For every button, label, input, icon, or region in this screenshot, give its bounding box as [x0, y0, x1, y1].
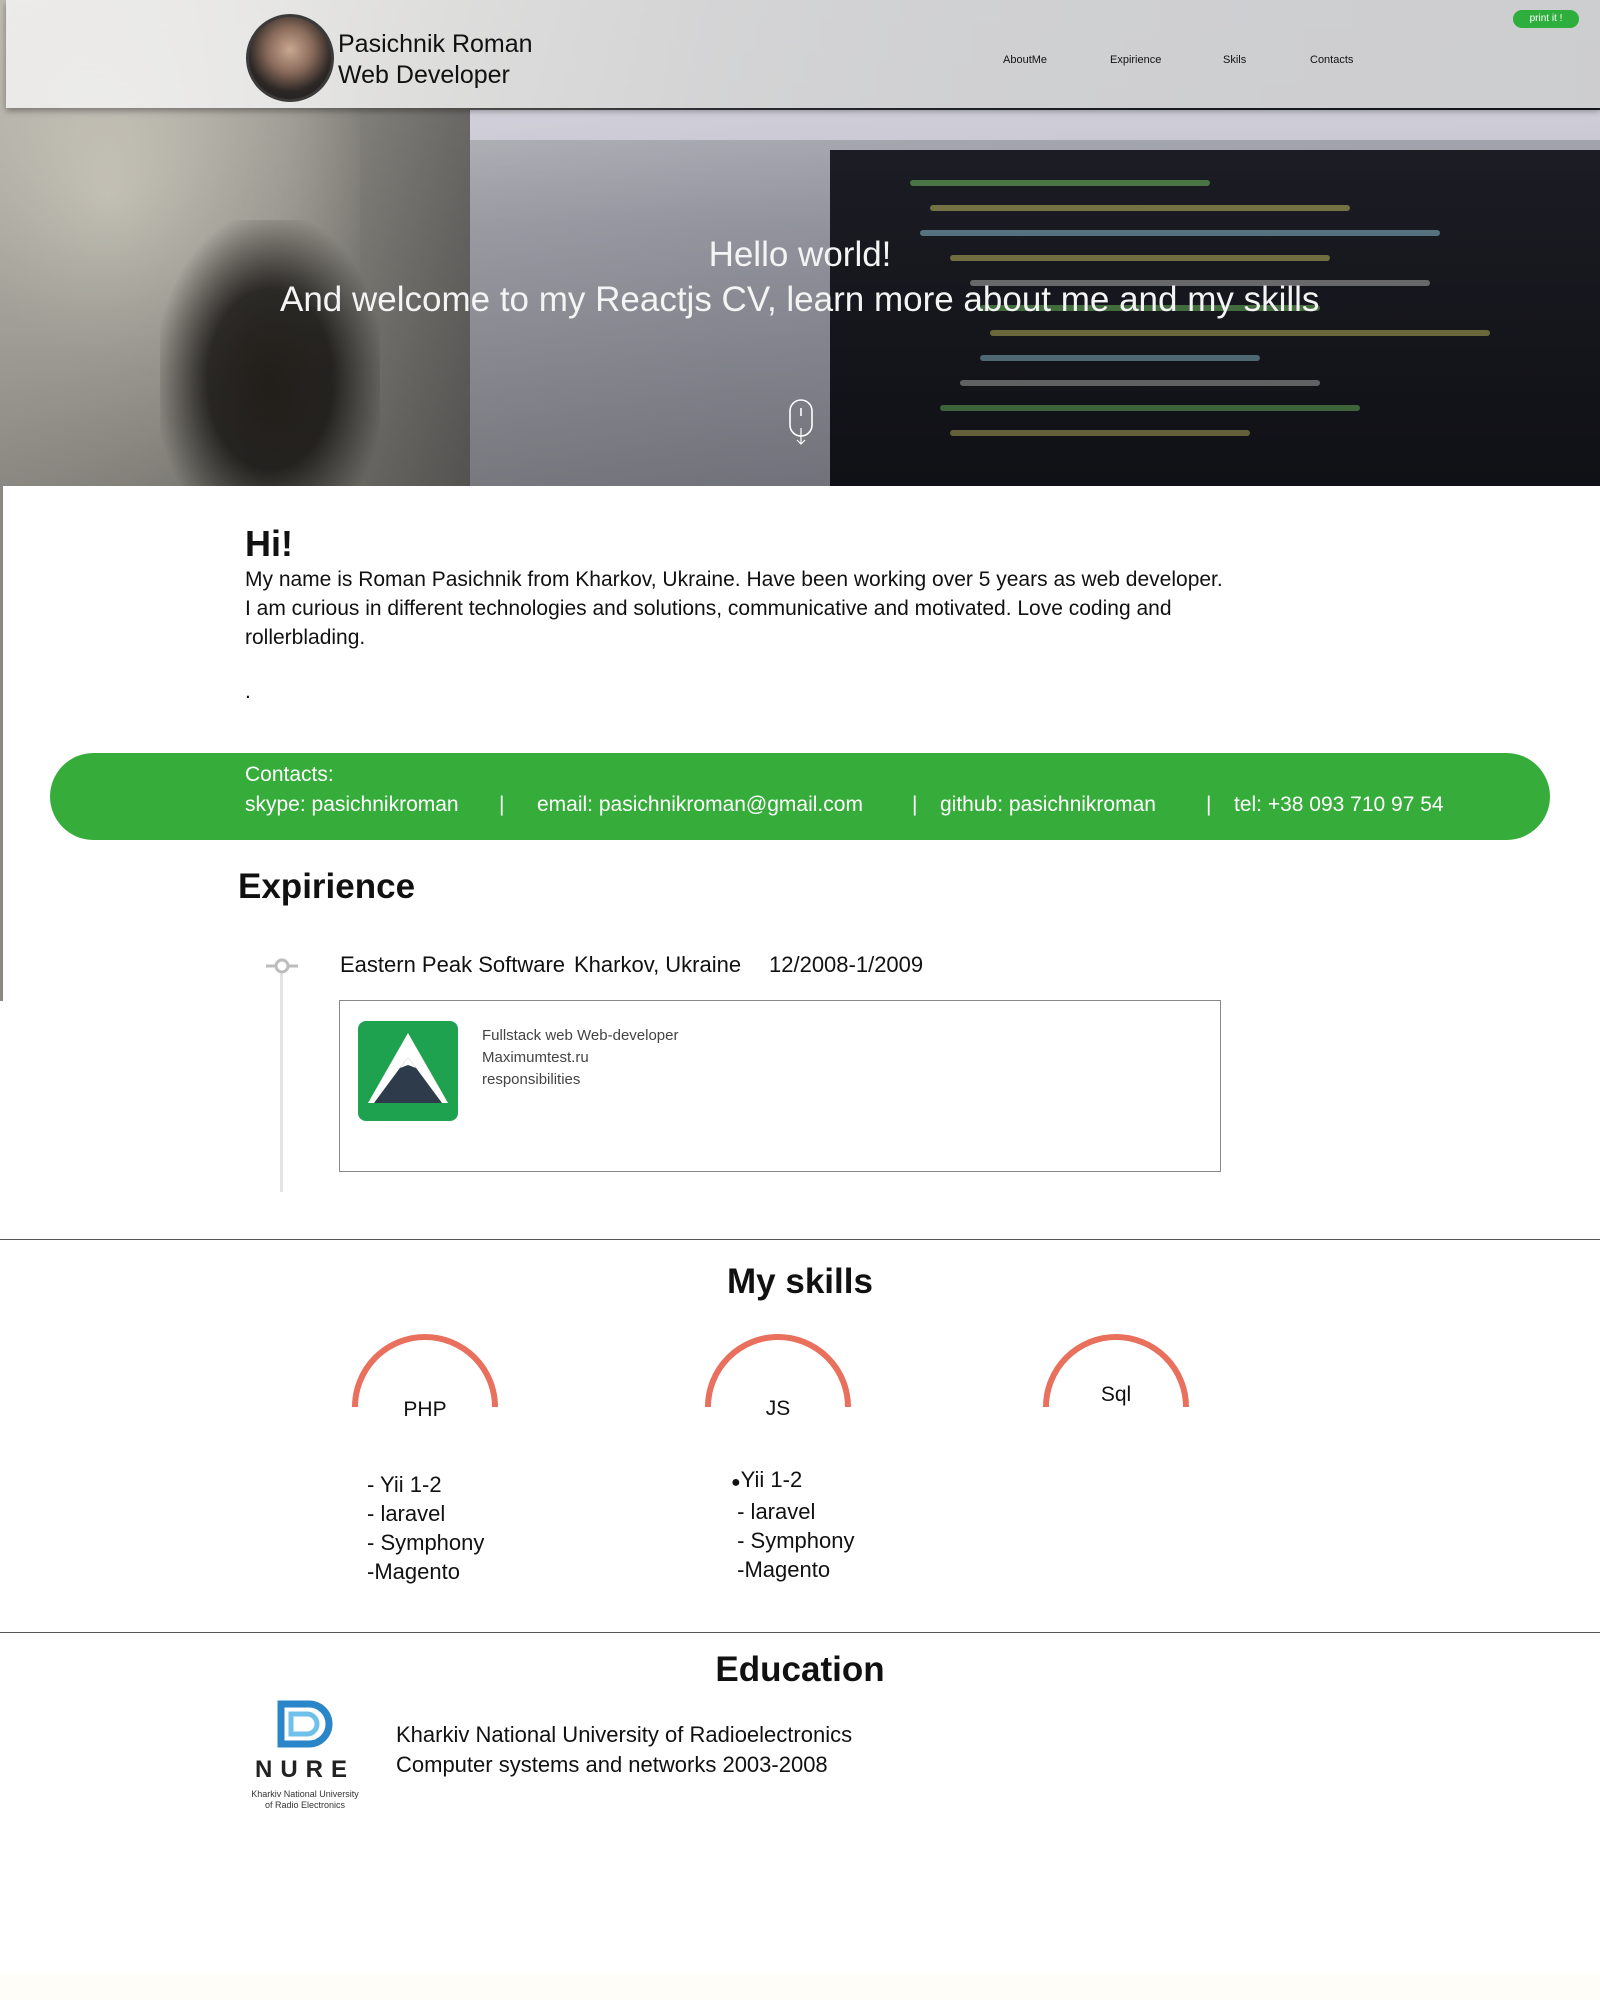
- university-name: Kharkiv National University of Radioelec…: [396, 1722, 853, 1747]
- skill-label-sql: Sql: [1100, 1383, 1132, 1406]
- education-title: Education: [715, 1650, 885, 1689]
- exp-details: responsibilities: [482, 1071, 581, 1088]
- exp-location: Kharkov, Ukraine: [574, 952, 742, 977]
- about-dot: .: [245, 680, 251, 703]
- specialty: Computer systems and networks 2003-2008: [396, 1752, 828, 1777]
- js-skill-list: ●Yii 1-2 - laravel - Symphony -Magento: [731, 1467, 855, 1582]
- avatar: [246, 14, 334, 102]
- skills-title: My skills: [727, 1262, 873, 1301]
- exp-period: 12/2008-1/2009: [769, 952, 924, 977]
- company-logo-icon: [358, 1021, 458, 1121]
- timeline-line: [280, 968, 283, 1192]
- mouse-scroll-icon[interactable]: [788, 398, 814, 451]
- hero-subtitle: And welcome to my Reactjs CV, learn more…: [280, 280, 1320, 319]
- exp-position: Fullstack web Web-developer: [482, 1027, 679, 1044]
- print-button[interactable]: print it !: [1513, 10, 1579, 28]
- top-navbar: Pasichnik Roman Web Developer AboutMe Ex…: [6, 0, 1600, 108]
- contact-email[interactable]: email: pasichnikroman@gmail.com: [537, 793, 863, 817]
- brand-role: Web Developer: [338, 61, 510, 89]
- bullet-icon: ●: [731, 1474, 741, 1491]
- education-details: Kharkiv National University of Radioelec…: [396, 1720, 852, 1780]
- exp-site: Maximumtest.ru: [482, 1049, 589, 1066]
- contact-separator: |: [1206, 793, 1212, 816]
- exp-company: Eastern Peak Software: [340, 952, 566, 977]
- hero-title: Hello world!: [708, 235, 892, 274]
- contacts-title: Contacts:: [245, 763, 334, 786]
- nav-contacts[interactable]: Contacts: [1310, 54, 1353, 66]
- contact-github[interactable]: github: pasichnikroman: [940, 793, 1156, 817]
- logo-text: NURE: [254, 1756, 355, 1783]
- university-logo: NURE Kharkiv National University of Radi…: [245, 1700, 365, 1820]
- experience-title: Expirience: [238, 867, 416, 906]
- nav-about-me[interactable]: AboutMe: [1003, 54, 1047, 66]
- contact-separator: |: [499, 793, 505, 816]
- brand-name: Pasichnik Roman: [338, 30, 533, 58]
- contact-skype[interactable]: skype: pasichnikroman: [245, 793, 459, 817]
- contact-phone[interactable]: tel: +38 093 710 97 54: [1234, 793, 1444, 817]
- nav-skills[interactable]: Skils: [1223, 54, 1246, 66]
- about-text: My name is Roman Pasichnik from Kharkov,…: [245, 568, 1223, 649]
- skill-label-php: PHP: [403, 1398, 447, 1421]
- php-skill-list: - Yii 1-2 - laravel - Symphony -Magento: [367, 1472, 485, 1584]
- nav-experience[interactable]: Expirience: [1110, 54, 1161, 66]
- skill-label-js: JS: [765, 1397, 791, 1420]
- contact-separator: |: [912, 793, 918, 816]
- section-divider: [0, 1632, 1600, 1633]
- about-heading: Hi!: [245, 523, 293, 564]
- experience-card: Fullstack web Web-developer Maximumtest.…: [339, 1000, 1221, 1172]
- contacts-bar: Contacts: skype: pasichnikroman | email:…: [50, 753, 1550, 840]
- section-divider: [0, 1239, 1600, 1240]
- timeline-node-icon: [266, 956, 298, 981]
